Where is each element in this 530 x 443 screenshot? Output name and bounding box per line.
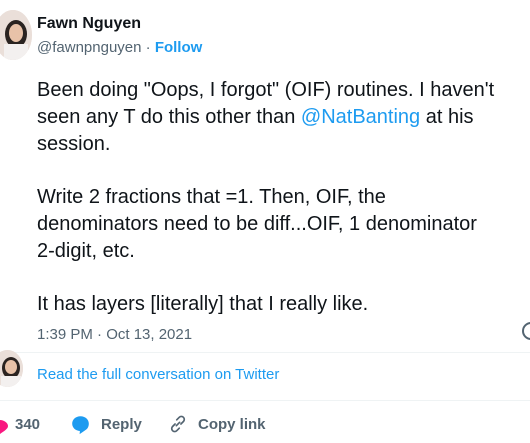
copy-link-label: Copy link [198,415,266,433]
follow-button[interactable]: Follow [155,39,203,56]
mention-link[interactable]: @NatBanting [301,106,420,128]
reply-button[interactable]: Reply [70,405,142,443]
tweet-actions: 340 Reply Copy link [0,405,530,443]
author-avatar[interactable] [0,10,32,60]
author-handle-line: @fawnpnguyen · Follow [37,39,202,56]
conversation-avatar-photo [0,350,23,387]
info-icon[interactable] [522,322,530,340]
tweet-text-fragment: at his [420,106,474,128]
author-photo [0,10,32,60]
tweet-line: Write 2 fractions that =1. Then, OIF, th… [37,186,386,208]
tweet-line: seen any T do this other than @NatBantin… [37,104,530,131]
divider [0,352,530,353]
like-count: 340 [15,415,41,433]
author-name[interactable]: Fawn Nguyen [37,15,141,33]
copy-link-button[interactable]: Copy link [168,405,266,443]
divider [0,400,530,401]
author-handle[interactable]: @fawnpnguyen [37,39,141,56]
reply-label: Reply [101,415,142,433]
tweet-line: It has layers [literally] that I really … [37,293,369,315]
reply-bubble-icon [72,415,89,434]
like-button[interactable]: 340 [0,405,40,443]
read-conversation-link[interactable]: Read the full conversation on Twitter [37,366,279,383]
tweet-text-fragment: seen any T do this other than [37,106,301,128]
tweet-line: session. [37,133,111,155]
link-icon [170,415,186,433]
tweet-line: Been doing "Oops, I forgot" (OIF) routin… [37,79,495,101]
handle-separator: · [141,39,155,56]
tweet-timestamp[interactable]: 1:39 PM · Oct 13, 2021 [37,326,192,343]
conversation-avatar [0,350,23,387]
heart-icon [0,420,8,434]
tweet-line: 2-digit, etc. [37,240,135,262]
tweet-line: denominators need to be diff...OIF, 1 de… [37,213,477,235]
tweet-text: Been doing "Oops, I forgot" (OIF) routin… [37,77,530,318]
